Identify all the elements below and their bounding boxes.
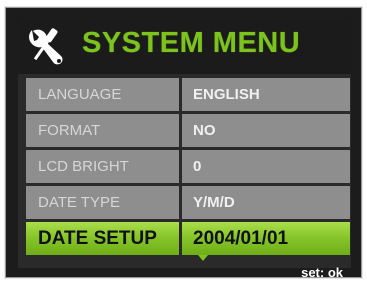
menu-item-lcd-bright[interactable]: LCD BRIGHT 0 <box>26 150 350 183</box>
menu-header: SYSTEM MENU <box>18 18 351 74</box>
setting-value: Y/M/D <box>182 186 350 219</box>
camera-display: SYSTEM MENU LANGUAGE ENGLISH FORMAT NO L… <box>5 7 362 280</box>
setting-label: DATE SETUP <box>26 222 179 255</box>
menu-item-language[interactable]: LANGUAGE ENGLISH <box>26 78 350 111</box>
setting-label: LANGUAGE <box>26 78 179 111</box>
setting-value: 0 <box>182 150 350 183</box>
down-arrow-icon <box>198 255 208 261</box>
setting-label: LCD BRIGHT <box>26 150 179 183</box>
setting-value: ENGLISH <box>182 78 350 111</box>
setting-value: NO <box>182 114 350 147</box>
menu-item-date-type[interactable]: DATE TYPE Y/M/D <box>26 186 350 219</box>
menu-item-format[interactable]: FORMAT NO <box>26 114 350 147</box>
settings-list: LANGUAGE ENGLISH FORMAT NO LCD BRIGHT 0 … <box>26 78 350 258</box>
setting-label: FORMAT <box>26 114 179 147</box>
page-title: SYSTEM MENU <box>82 27 301 59</box>
button-hint: set: ok <box>301 265 343 280</box>
wrench-screwdriver-icon <box>29 28 63 65</box>
setting-value: 2004/01/01 <box>182 222 350 255</box>
system-menu-screen: SYSTEM MENU LANGUAGE ENGLISH FORMAT NO L… <box>18 18 351 280</box>
menu-item-date-setup[interactable]: DATE SETUP 2004/01/01 <box>26 222 350 255</box>
setting-label: DATE TYPE <box>26 186 179 219</box>
